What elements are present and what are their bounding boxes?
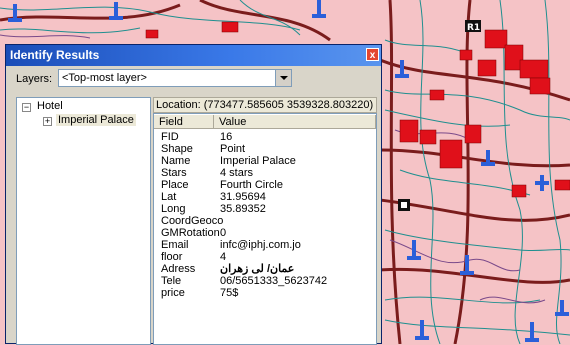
field-value: 4 stars <box>220 167 254 179</box>
field-value: 06/5651333_5623742 <box>220 275 328 287</box>
layers-label: Layers: <box>16 73 53 85</box>
results-tree[interactable]: − Hotel + Imperial Palace <box>16 97 151 345</box>
field-value: 0 <box>220 227 227 239</box>
tree-item-hotel[interactable]: Hotel <box>37 100 63 112</box>
dropdown-arrow-icon[interactable] <box>275 70 291 86</box>
window-titlebar[interactable]: Identify Results x <box>6 45 381 66</box>
field-name: GMRotation <box>161 227 220 239</box>
field-value: Imperial Palace <box>220 155 296 167</box>
table-row[interactable]: Email infc@iphj.com.jo <box>154 239 374 251</box>
close-icon[interactable]: x <box>366 48 379 61</box>
field-name: floor <box>161 251 183 263</box>
field-name: CoordGeoco <box>161 215 224 227</box>
table-row[interactable]: Stars 4 stars <box>154 167 374 179</box>
table-row[interactable]: Name Imperial Palace <box>154 155 374 167</box>
field-value: 75$ <box>220 287 239 299</box>
field-name: Place <box>161 179 189 191</box>
table-row[interactable]: FID 16 <box>154 131 374 143</box>
field-value: 4 <box>220 251 227 263</box>
field-name: Email <box>161 239 189 251</box>
table-row[interactable]: floor 4 <box>154 251 374 263</box>
table-row[interactable]: GMRotation 0 <box>154 227 374 239</box>
window-title: Identify Results <box>10 48 100 62</box>
tree-expand-icon[interactable]: + <box>43 117 52 126</box>
field-value: Fourth Circle <box>220 179 283 191</box>
field-name: Name <box>161 155 191 167</box>
table-row[interactable]: Shape Point <box>154 143 374 155</box>
field-name: Shape <box>161 143 193 155</box>
column-header-field[interactable]: Field <box>154 115 214 129</box>
column-header-value[interactable]: Value <box>214 115 376 129</box>
field-value: Point <box>220 143 246 155</box>
map-marker-label: R1 <box>467 23 480 33</box>
field-name: Stars <box>161 167 187 179</box>
table-row[interactable]: Tele 06/5651333_5623742 <box>154 275 374 287</box>
layers-dropdown[interactable]: <Top-most layer> <box>58 69 292 87</box>
table-row[interactable]: Long 35.89352 <box>154 203 374 215</box>
field-value: 31.95694 <box>220 191 266 203</box>
field-name: FID <box>161 131 179 143</box>
table-row[interactable]: Lat 31.95694 <box>154 191 374 203</box>
identify-results-window[interactable]: Identify Results x Layers: <Top-most lay… <box>5 44 382 345</box>
table-row[interactable]: Place Fourth Circle <box>154 179 374 191</box>
field-value: 16 <box>220 131 233 143</box>
table-row[interactable]: price 75$ <box>154 287 374 299</box>
tree-collapse-icon[interactable]: − <box>22 103 31 112</box>
attribute-grid[interactable]: Field Value FID 16 Shape Point Name Imperia… <box>153 113 377 345</box>
field-value: عمان/ لى زهران <box>220 263 295 275</box>
field-value: infc@iphj.com.jo <box>220 239 301 251</box>
table-row[interactable]: Adress عمان/ لى زهران <box>154 263 374 275</box>
field-name: Tele <box>161 275 182 287</box>
field-name: price <box>161 287 185 299</box>
field-name: Long <box>161 203 186 215</box>
layers-dropdown-value: <Top-most layer> <box>62 72 147 84</box>
field-name: Lat <box>161 191 177 203</box>
field-value: 35.89352 <box>220 203 266 215</box>
location-readout: Location: (773477.585605 3539328.803220) <box>153 97 377 113</box>
field-name: Adress <box>161 263 196 275</box>
tree-item-imperial-palace[interactable]: Imperial Palace <box>56 114 136 126</box>
grid-header: Field Value <box>154 115 376 129</box>
table-row[interactable]: CoordGeoco <box>154 215 374 227</box>
